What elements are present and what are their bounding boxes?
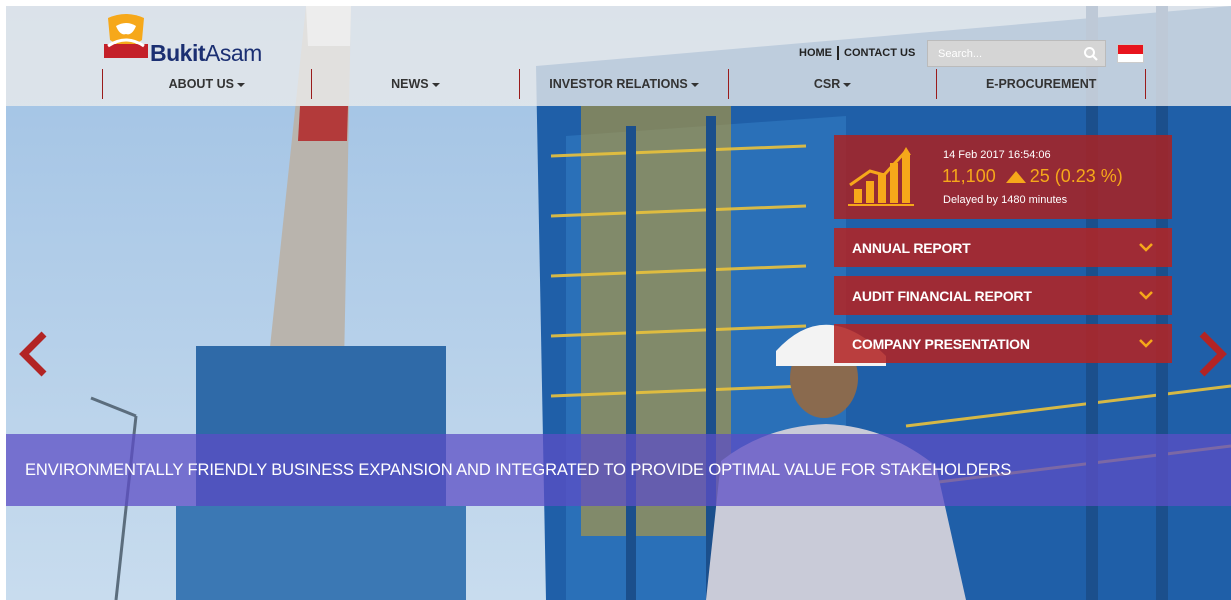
nav-item-about-us[interactable]: ABOUT US — [102, 69, 311, 99]
chevron-left-icon[interactable] — [16, 330, 50, 378]
chevron-down-icon — [1139, 243, 1153, 252]
caret-down-icon — [843, 83, 852, 87]
company-presentation-button[interactable]: COMPANY PRESENTATION — [834, 324, 1172, 363]
home-link[interactable]: HOME — [799, 47, 832, 59]
search-icon[interactable] — [1083, 46, 1099, 62]
nav-item-news[interactable]: NEWS — [310, 69, 520, 99]
slider-caption-text: ENVIRONMENTALLY FRIENDLY BUSINESS EXPANS… — [25, 460, 1012, 479]
stock-price: 11,100 — [942, 166, 996, 186]
nav-item-csr[interactable]: CSR — [727, 69, 937, 99]
slider-caption: ENVIRONMENTALLY FRIENDLY BUSINESS EXPANS… — [6, 434, 1231, 506]
indonesia-flag-icon[interactable] — [1117, 44, 1144, 63]
annual-report-button[interactable]: ANNUAL REPORT — [834, 228, 1172, 267]
stock-delay-note: Delayed by 1480 minutes — [943, 194, 1068, 206]
main-navigation: ABOUT US NEWS INVESTOR RELATIONS CSR E-P… — [102, 69, 1146, 99]
stock-change: 25 (0.23 %) — [1029, 166, 1123, 186]
bar-chart-growth-icon — [848, 147, 914, 206]
chevron-right-icon[interactable] — [1196, 330, 1230, 378]
utility-links: HOME CONTACT US — [799, 46, 915, 60]
chevron-down-icon — [1139, 339, 1153, 348]
caret-down-icon — [236, 83, 245, 87]
stock-timestamp: 14 Feb 2017 16:54:06 — [943, 149, 1051, 161]
caret-down-icon — [431, 83, 440, 87]
caret-down-icon — [690, 83, 699, 87]
utility-divider — [837, 46, 839, 60]
stock-ticker-panel[interactable]: 14 Feb 2017 16:54:06 11,100 25 (0.23 %) … — [834, 135, 1172, 219]
stock-price-row: 11,100 25 (0.23 %) — [942, 166, 1123, 187]
site-header: BukitAsam HOME CONTACT US ABOUT US NEWS — [6, 6, 1231, 106]
search-input[interactable] — [928, 41, 1078, 66]
brand-name: BukitAsam — [150, 40, 262, 66]
brand-logo[interactable]: BukitAsam — [102, 12, 262, 66]
chevron-down-icon — [1139, 291, 1153, 300]
audit-financial-report-button[interactable]: AUDIT FINANCIAL REPORT — [834, 276, 1172, 315]
contact-us-link[interactable]: CONTACT US — [844, 47, 915, 59]
bukit-asam-logo-mark-icon — [104, 14, 148, 58]
hero-slider: BukitAsam HOME CONTACT US ABOUT US NEWS — [6, 6, 1231, 600]
nav-item-e-procurement[interactable]: E-PROCUREMENT — [936, 69, 1146, 99]
nav-item-investor-relations[interactable]: INVESTOR RELATIONS — [519, 69, 728, 99]
triangle-up-icon — [1005, 170, 1026, 183]
search-box — [927, 40, 1106, 67]
